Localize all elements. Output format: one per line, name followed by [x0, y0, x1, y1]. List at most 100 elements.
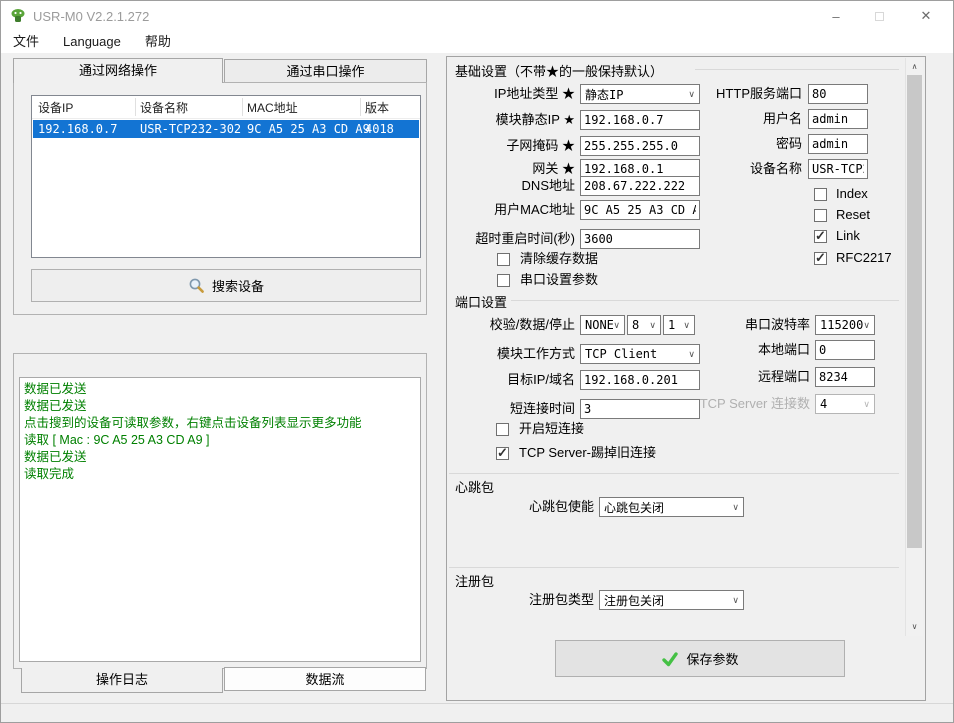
log-line: 读取完成 [24, 467, 75, 481]
clear-cache-label: 清除缓存数据 [520, 251, 599, 266]
http-port-label: HTTP服务端口 [716, 86, 802, 101]
tab-data-stream[interactable]: 数据流 [224, 667, 426, 691]
databits-value: 8 [632, 318, 640, 332]
section-line [511, 300, 899, 301]
search-device-label: 搜索设备 [211, 279, 264, 294]
register-type-label: 注册包类型 [528, 592, 594, 607]
reset-checkbox[interactable] [814, 209, 827, 222]
app-window: USR-M0 V2.2.1.272 – ✕ 文件 Language 帮助 通过网… [0, 0, 954, 723]
header-divider [32, 118, 420, 119]
chevron-down-icon: ∨ [649, 319, 656, 330]
device-list[interactable]: 设备IP 设备名称 MAC地址 版本 192.168.0.7 USR-TCP23… [31, 95, 421, 258]
heartbeat-enable-value: 心跳包关闭 [604, 500, 665, 515]
menu-language[interactable]: Language [51, 31, 133, 53]
reset-label: Reset [836, 207, 870, 222]
maximize-icon [874, 11, 884, 21]
ip-type-label: IP地址类型 ★ [494, 86, 575, 101]
close-icon: ✕ [920, 8, 932, 23]
minimize-icon: – [832, 8, 840, 24]
maximize-button[interactable] [859, 1, 899, 31]
menu-file[interactable]: 文件 [1, 31, 51, 53]
close-button[interactable]: ✕ [906, 1, 946, 31]
chevron-down-icon: ∨ [732, 594, 739, 605]
serial-setting-checkbox[interactable] [497, 274, 510, 287]
dns-label: DNS地址 [521, 178, 575, 193]
device-ip-cell: 192.168.0.7 [38, 122, 118, 136]
search-device-button[interactable]: 搜索设备 [31, 269, 421, 302]
menu-help[interactable]: 帮助 [133, 31, 183, 53]
local-port-label: 本地端口 [757, 342, 810, 357]
max-conn-label: TCP Server 连接数 [699, 396, 810, 411]
user-mac-input[interactable] [580, 200, 700, 220]
column-divider [360, 98, 361, 116]
settings-scrollbar[interactable]: ∧ ∨ [905, 58, 923, 636]
parity-select[interactable]: NONE ∨ [580, 315, 625, 335]
baud-rate-select[interactable]: 115200 ∨ [815, 315, 875, 335]
local-port-input[interactable] [815, 340, 875, 360]
save-check-icon [662, 651, 679, 666]
log-line: 数据已发送 [24, 399, 87, 413]
minimize-button[interactable]: – [816, 1, 856, 31]
section-line [695, 69, 899, 70]
subnet-label: 子网掩码 ★ [506, 138, 575, 153]
parity-value: NONE [585, 318, 614, 332]
link-checkbox[interactable] [814, 228, 827, 244]
kick-old-checkbox[interactable] [496, 445, 509, 461]
device-row-selected[interactable]: 192.168.0.7 USR-TCP232-302 9C A5 25 A3 C… [33, 120, 419, 138]
databits-select[interactable]: 8 ∨ [627, 315, 661, 335]
log-line: 读取 [ Mac : 9C A5 25 A3 CD A9 ] [24, 433, 210, 447]
scroll-up-button[interactable]: ∧ [906, 58, 923, 75]
timeout-restart-input[interactable] [580, 229, 700, 249]
kick-old-label: TCP Server-踢掉旧连接 [519, 445, 656, 460]
operation-log-area[interactable]: 数据已发送 数据已发送 点击搜到的设备可读取参数，右键点击设备列表显示更多功能 … [19, 377, 421, 662]
log-line: 数据已发送 [24, 450, 87, 464]
device-mac-cell: 9C A5 25 A3 CD A9 [247, 122, 370, 136]
register-type-select[interactable]: 注册包关闭 ∨ [599, 590, 744, 610]
heartbeat-enable-select[interactable]: 心跳包关闭 ∨ [599, 497, 744, 517]
remote-port-input[interactable] [815, 367, 875, 387]
static-ip-label: 模块静态IP ★ [495, 112, 575, 127]
app-logo-icon [11, 9, 25, 22]
menu-bar: 文件 Language 帮助 [1, 31, 953, 53]
section-line [449, 473, 899, 474]
log-line: 点击搜到的设备可读取参数，右键点击设备列表显示更多功能 [24, 416, 362, 430]
username-input[interactable] [808, 109, 868, 129]
short-conn-time-label: 短连接时间 [509, 401, 575, 416]
title-bar: USR-M0 V2.2.1.272 – ✕ [1, 1, 953, 31]
chevron-down-icon: ∨ [732, 501, 739, 512]
save-params-button[interactable]: 保存参数 [555, 640, 845, 677]
target-ip-label: 目标IP/域名 [507, 372, 575, 387]
short-conn-label: 开启短连接 [519, 421, 585, 436]
password-input[interactable] [808, 134, 868, 154]
scroll-down-icon: ∨ [911, 622, 918, 631]
username-label: 用户名 [762, 111, 802, 126]
baud-rate-label: 串口波特率 [744, 317, 810, 332]
col-header-device-ip: 设备IP [38, 101, 74, 115]
column-divider [242, 98, 243, 116]
section-title-port: 端口设置 [455, 292, 508, 311]
column-divider [135, 98, 136, 116]
rfc2217-checkbox[interactable] [814, 250, 827, 266]
max-conn-select[interactable]: 4 ∨ [815, 394, 875, 414]
settings-panel: 基础设置（不带★的一般保持默认） IP地址类型 ★ 静态IP ∨ 模块静态IP … [446, 56, 926, 701]
scroll-down-button[interactable]: ∨ [906, 618, 923, 635]
section-line [449, 567, 899, 568]
chevron-down-icon: ∨ [863, 319, 870, 330]
tab-serial-operation[interactable]: 通过串口操作 [224, 59, 427, 83]
password-label: 密码 [775, 136, 802, 151]
http-port-input[interactable] [808, 84, 868, 104]
work-mode-label: 模块工作方式 [496, 346, 575, 361]
baud-rate-value: 115200 [820, 318, 864, 332]
short-conn-checkbox[interactable] [496, 423, 509, 436]
link-label: Link [836, 228, 860, 243]
tab-operation-log[interactable]: 操作日志 [21, 668, 223, 693]
clear-cache-checkbox[interactable] [497, 253, 510, 266]
dns-input[interactable] [580, 176, 700, 196]
device-name-input[interactable] [808, 159, 868, 179]
chevron-down-icon: ∨ [613, 319, 620, 330]
scrollbar-thumb[interactable] [907, 75, 922, 548]
save-params-label: 保存参数 [686, 652, 739, 667]
parity-data-stop-label: 校验/数据/停止 [489, 317, 575, 332]
tab-network-operation[interactable]: 通过网络操作 [13, 58, 223, 83]
index-checkbox[interactable] [814, 188, 827, 201]
